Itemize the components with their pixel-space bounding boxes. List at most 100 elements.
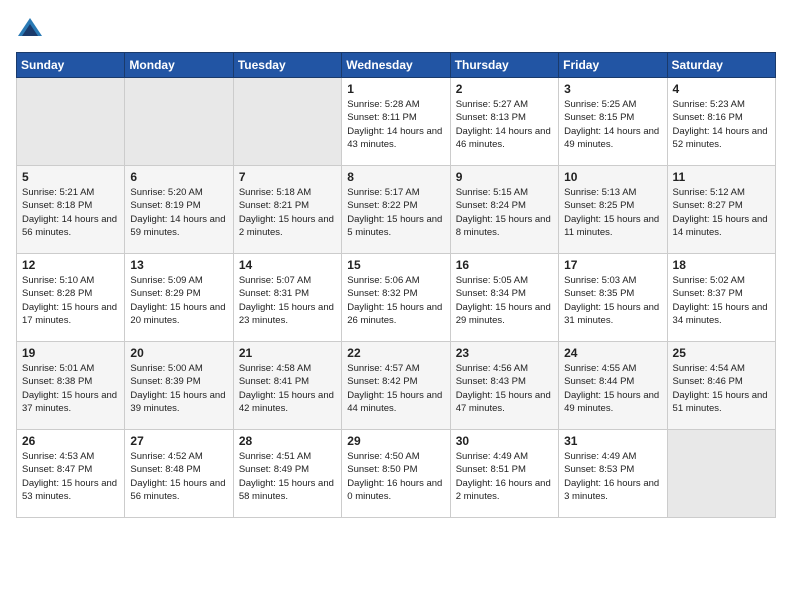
calendar-week-row: 12 Sunrise: 5:10 AM Sunset: 8:28 PM Dayli… bbox=[17, 254, 776, 342]
logo-icon bbox=[16, 16, 44, 44]
calendar-cell: 27 Sunrise: 4:52 AM Sunset: 8:48 PM Dayli… bbox=[125, 430, 233, 518]
calendar-cell: 15Sunrise: 5:06 AM Sunset: 8:32 PM Dayli… bbox=[342, 254, 450, 342]
day-number: 1 bbox=[347, 82, 444, 96]
calendar-cell bbox=[17, 78, 125, 166]
calendar-week-row: 1 Sunrise: 5:28 AM Sunset: 8:11 PM Daylig… bbox=[17, 78, 776, 166]
day-number: 13 bbox=[130, 258, 227, 272]
day-info: Sunrise: 4:51 AM Sunset: 8:49 PM Dayligh… bbox=[239, 450, 336, 503]
day-number: 28 bbox=[239, 434, 336, 448]
day-number: 22 bbox=[347, 346, 444, 360]
day-info: Sunrise: 5:07 AM Sunset: 8:31 PM Dayligh… bbox=[239, 274, 336, 327]
day-info: Sunrise: 5:09 AM Sunset: 8:29 PM Dayligh… bbox=[130, 274, 227, 327]
day-number: 5 bbox=[22, 170, 119, 184]
day-info: Sunrise: 5:25 AM Sunset: 8:15 PM Dayligh… bbox=[564, 98, 661, 151]
day-info: Sunrise: 4:55 AM Sunset: 8:44 PM Dayligh… bbox=[564, 362, 661, 415]
day-number: 23 bbox=[456, 346, 553, 360]
weekday-header: Tuesday bbox=[233, 53, 341, 78]
day-info: Sunrise: 5:05 AM Sunset: 8:34 PM Dayligh… bbox=[456, 274, 553, 327]
calendar-cell: 13 Sunrise: 5:09 AM Sunset: 8:29 PM Dayli… bbox=[125, 254, 233, 342]
day-number: 30 bbox=[456, 434, 553, 448]
calendar-cell: 21 Sunrise: 4:58 AM Sunset: 8:41 PM Dayli… bbox=[233, 342, 341, 430]
day-number: 3 bbox=[564, 82, 661, 96]
day-number: 24 bbox=[564, 346, 661, 360]
calendar-cell: 28 Sunrise: 4:51 AM Sunset: 8:49 PM Dayli… bbox=[233, 430, 341, 518]
day-number: 26 bbox=[22, 434, 119, 448]
day-info: Sunrise: 4:58 AM Sunset: 8:41 PM Dayligh… bbox=[239, 362, 336, 415]
day-number: 8 bbox=[347, 170, 444, 184]
calendar-cell bbox=[233, 78, 341, 166]
day-number: 15 bbox=[347, 258, 444, 272]
day-number: 6 bbox=[130, 170, 227, 184]
day-info: Sunrise: 4:49 AM Sunset: 8:53 PM Dayligh… bbox=[564, 450, 661, 503]
day-info: Sunrise: 5:28 AM Sunset: 8:11 PM Dayligh… bbox=[347, 98, 444, 151]
calendar-cell: 16 Sunrise: 5:05 AM Sunset: 8:34 PM Dayli… bbox=[450, 254, 558, 342]
day-number: 25 bbox=[673, 346, 770, 360]
calendar-cell: 1 Sunrise: 5:28 AM Sunset: 8:11 PM Daylig… bbox=[342, 78, 450, 166]
day-number: 10 bbox=[564, 170, 661, 184]
calendar-cell: 29Sunrise: 4:50 AM Sunset: 8:50 PM Dayli… bbox=[342, 430, 450, 518]
day-info: Sunrise: 5:10 AM Sunset: 8:28 PM Dayligh… bbox=[22, 274, 119, 327]
day-info: Sunrise: 4:57 AM Sunset: 8:42 PM Dayligh… bbox=[347, 362, 444, 415]
day-info: Sunrise: 5:20 AM Sunset: 8:19 PM Dayligh… bbox=[130, 186, 227, 239]
calendar-cell: 31 Sunrise: 4:49 AM Sunset: 8:53 PM Dayli… bbox=[559, 430, 667, 518]
calendar-week-row: 5 Sunrise: 5:21 AM Sunset: 8:18 PM Daylig… bbox=[17, 166, 776, 254]
logo bbox=[16, 16, 48, 44]
calendar-table: SundayMondayTuesdayWednesdayThursdayFrid… bbox=[16, 52, 776, 518]
calendar-cell: 6 Sunrise: 5:20 AM Sunset: 8:19 PM Daylig… bbox=[125, 166, 233, 254]
day-number: 18 bbox=[673, 258, 770, 272]
calendar-cell: 17Sunrise: 5:03 AM Sunset: 8:35 PM Dayli… bbox=[559, 254, 667, 342]
day-info: Sunrise: 5:00 AM Sunset: 8:39 PM Dayligh… bbox=[130, 362, 227, 415]
day-number: 19 bbox=[22, 346, 119, 360]
day-info: Sunrise: 5:03 AM Sunset: 8:35 PM Dayligh… bbox=[564, 274, 661, 327]
calendar-cell: 22 Sunrise: 4:57 AM Sunset: 8:42 PM Dayli… bbox=[342, 342, 450, 430]
day-info: Sunrise: 5:13 AM Sunset: 8:25 PM Dayligh… bbox=[564, 186, 661, 239]
calendar-cell: 8 Sunrise: 5:17 AM Sunset: 8:22 PM Daylig… bbox=[342, 166, 450, 254]
day-number: 16 bbox=[456, 258, 553, 272]
calendar-cell: 19 Sunrise: 5:01 AM Sunset: 8:38 PM Dayli… bbox=[17, 342, 125, 430]
day-number: 21 bbox=[239, 346, 336, 360]
day-info: Sunrise: 5:02 AM Sunset: 8:37 PM Dayligh… bbox=[673, 274, 770, 327]
weekday-header: Friday bbox=[559, 53, 667, 78]
day-number: 2 bbox=[456, 82, 553, 96]
calendar-week-row: 26Sunrise: 4:53 AM Sunset: 8:47 PM Dayli… bbox=[17, 430, 776, 518]
calendar-cell: 25 Sunrise: 4:54 AM Sunset: 8:46 PM Dayli… bbox=[667, 342, 775, 430]
day-number: 20 bbox=[130, 346, 227, 360]
day-number: 27 bbox=[130, 434, 227, 448]
calendar-cell bbox=[667, 430, 775, 518]
calendar-cell: 24 Sunrise: 4:55 AM Sunset: 8:44 PM Dayli… bbox=[559, 342, 667, 430]
calendar-cell: 9Sunrise: 5:15 AM Sunset: 8:24 PM Daylig… bbox=[450, 166, 558, 254]
day-info: Sunrise: 5:18 AM Sunset: 8:21 PM Dayligh… bbox=[239, 186, 336, 239]
day-info: Sunrise: 5:27 AM Sunset: 8:13 PM Dayligh… bbox=[456, 98, 553, 151]
calendar-cell: 18 Sunrise: 5:02 AM Sunset: 8:37 PM Dayli… bbox=[667, 254, 775, 342]
day-info: Sunrise: 5:21 AM Sunset: 8:18 PM Dayligh… bbox=[22, 186, 119, 239]
weekday-header: Sunday bbox=[17, 53, 125, 78]
day-info: Sunrise: 4:54 AM Sunset: 8:46 PM Dayligh… bbox=[673, 362, 770, 415]
day-number: 12 bbox=[22, 258, 119, 272]
calendar-cell: 23 Sunrise: 4:56 AM Sunset: 8:43 PM Dayli… bbox=[450, 342, 558, 430]
day-info: Sunrise: 5:12 AM Sunset: 8:27 PM Dayligh… bbox=[673, 186, 770, 239]
day-number: 11 bbox=[673, 170, 770, 184]
day-info: Sunrise: 5:01 AM Sunset: 8:38 PM Dayligh… bbox=[22, 362, 119, 415]
day-number: 31 bbox=[564, 434, 661, 448]
day-info: Sunrise: 4:52 AM Sunset: 8:48 PM Dayligh… bbox=[130, 450, 227, 503]
weekday-header: Saturday bbox=[667, 53, 775, 78]
calendar-cell: 10 Sunrise: 5:13 AM Sunset: 8:25 PM Dayli… bbox=[559, 166, 667, 254]
day-info: Sunrise: 4:56 AM Sunset: 8:43 PM Dayligh… bbox=[456, 362, 553, 415]
calendar-cell: 5 Sunrise: 5:21 AM Sunset: 8:18 PM Daylig… bbox=[17, 166, 125, 254]
weekday-header: Thursday bbox=[450, 53, 558, 78]
day-info: Sunrise: 4:50 AM Sunset: 8:50 PM Dayligh… bbox=[347, 450, 444, 503]
page-header bbox=[16, 16, 776, 44]
calendar-cell: 12 Sunrise: 5:10 AM Sunset: 8:28 PM Dayli… bbox=[17, 254, 125, 342]
day-info: Sunrise: 5:17 AM Sunset: 8:22 PM Dayligh… bbox=[347, 186, 444, 239]
calendar-cell: 30 Sunrise: 4:49 AM Sunset: 8:51 PM Dayli… bbox=[450, 430, 558, 518]
calendar-cell: 3 Sunrise: 5:25 AM Sunset: 8:15 PM Daylig… bbox=[559, 78, 667, 166]
day-info: Sunrise: 5:15 AM Sunset: 8:24 PM Dayligh… bbox=[456, 186, 553, 239]
day-info: Sunrise: 4:49 AM Sunset: 8:51 PM Dayligh… bbox=[456, 450, 553, 503]
day-number: 7 bbox=[239, 170, 336, 184]
calendar-cell: 26Sunrise: 4:53 AM Sunset: 8:47 PM Dayli… bbox=[17, 430, 125, 518]
calendar-cell: 11 Sunrise: 5:12 AM Sunset: 8:27 PM Dayli… bbox=[667, 166, 775, 254]
day-number: 4 bbox=[673, 82, 770, 96]
day-number: 14 bbox=[239, 258, 336, 272]
weekday-header: Monday bbox=[125, 53, 233, 78]
calendar-cell: 14 Sunrise: 5:07 AM Sunset: 8:31 PM Dayli… bbox=[233, 254, 341, 342]
